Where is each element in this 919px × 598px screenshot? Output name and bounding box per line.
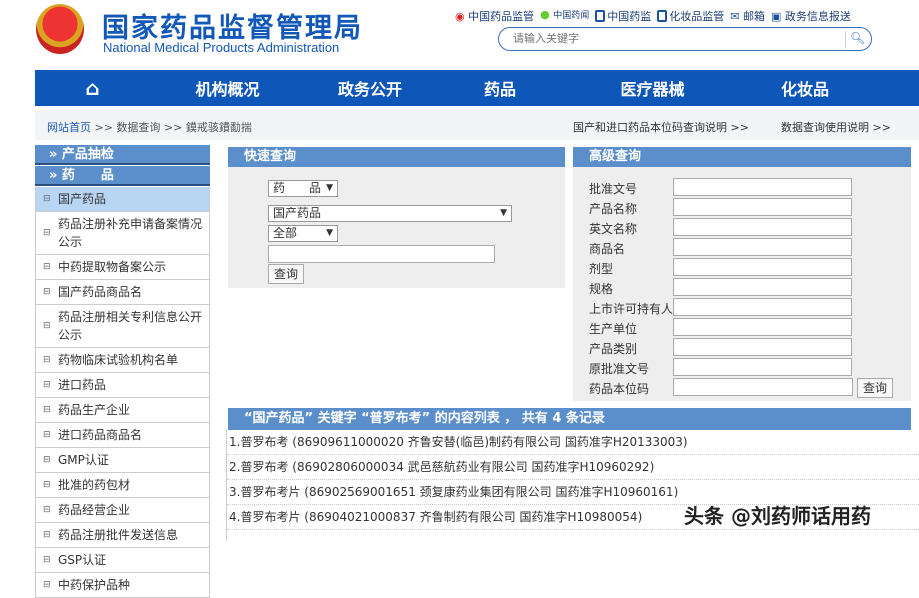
advanced-search-title: 高级查询 [573, 147, 911, 167]
field-label: 规格 [589, 282, 614, 296]
sidebar-item[interactable]: 药品注册相关专利信息公开公示 [35, 305, 210, 348]
sidebar-item[interactable]: 批准的药包材 [35, 473, 210, 498]
usage-help-link[interactable]: 数据查询使用说明 >> [781, 119, 891, 135]
email-label: 邮箱 [742, 10, 765, 23]
result-row[interactable]: 2.普罗布考 (86902806000034 武邑慈航药业有限公司 国药准字H1… [227, 455, 919, 480]
field-label: 生产单位 [589, 322, 638, 336]
search-icon[interactable]: 🔍︎ [845, 31, 865, 47]
field-input[interactable] [673, 258, 852, 276]
nav-item-cosmetics[interactable]: 化妆品 [740, 76, 870, 100]
result-row[interactable]: 1.普罗布考 (86909611000020 齐鲁安替(临邑)制药有限公司 国药… [227, 430, 919, 455]
field-input[interactable] [673, 198, 852, 216]
sidebar-item[interactable]: 中药提取物备案公示 [35, 255, 210, 280]
wechat-link[interactable]: ● 中国药闻 [540, 8, 589, 24]
field-input[interactable] [673, 238, 852, 256]
email-link[interactable]: ✉ 邮箱 [730, 8, 765, 24]
dropdown-arrow-icon: ▼ [326, 183, 333, 193]
advanced-search-panel: 高级查询 批准文号产品名称英文名称商品名剂型规格上市许可持有人 生产单位产品类别原… [573, 147, 911, 401]
nav-item-org[interactable]: 机构概况 [150, 76, 305, 100]
advanced-search-button[interactable]: 查询 [857, 378, 894, 398]
database-value: 国产药品 [273, 206, 322, 220]
sidebar-item[interactable]: GMP认证 [35, 448, 210, 473]
nav-item-drugs[interactable]: 药品 [435, 76, 565, 100]
field-input[interactable] [673, 178, 852, 196]
field-label: 英文名称 [589, 222, 638, 236]
phone-icon [657, 10, 668, 22]
monitor-icon: ▣ [770, 10, 782, 23]
sidebar-item[interactable]: 进口药品商品名 [35, 423, 210, 448]
results-header: “国产药品” 关键字 “普罗布考” 的内容列表 ， 共有 4 条记录 [228, 408, 911, 430]
sidebar-item[interactable]: 国产药品商品名 [35, 280, 210, 305]
field-label: 药品本位码 [589, 382, 650, 396]
search-input[interactable] [513, 31, 833, 47]
sidebar-item[interactable]: 进口药品 [35, 373, 210, 398]
category-value: 药 品 [273, 181, 322, 195]
mail-icon: ✉ [730, 10, 740, 23]
keyword-input[interactable] [268, 245, 495, 263]
home-icon[interactable]: ⌂ [35, 76, 150, 100]
breadcrumb-current: 鏌戒骇鐨勫揣 [185, 121, 252, 134]
field-label: 商品名 [589, 242, 626, 256]
quick-search-panel: 快速查询 药 品 ▼ 国产药品 ▼ 全部 ▼ 查询 [228, 147, 565, 288]
field-label: 上市许可持有人 [589, 302, 674, 316]
breadcrumb-sep: >> [94, 121, 113, 134]
site-title-en: National Medical Products Administration [103, 40, 340, 55]
report-label: 政务信息报送 [784, 10, 851, 23]
report-link[interactable]: ▣ 政务信息报送 [771, 8, 851, 24]
database-select[interactable]: 国产药品 ▼ [268, 205, 512, 222]
sidebar: » 产品抽检 » 药 品 国产药品 药品注册补充申请备案情况公示 中药提取物备案… [35, 145, 210, 598]
field-label: 原批准文号 [589, 362, 650, 376]
main-nav: ⌂ 机构概况 政务公开 药品 医疗器械 化妆品 [35, 70, 919, 106]
dropdown-arrow-icon: ▼ [326, 228, 333, 238]
quick-search-button[interactable]: 查询 [268, 264, 305, 284]
sidebar-item[interactable]: 药物临床试验机构名单 [35, 348, 210, 373]
field-input[interactable] [673, 298, 852, 316]
code-help-link[interactable]: 国产和进口药品本位码查询说明 >> [573, 119, 749, 135]
field-label: 产品名称 [589, 202, 638, 216]
field-input[interactable] [673, 218, 852, 236]
breadcrumb-sep: >> [163, 121, 183, 134]
quick-search-title: 快速查询 [228, 147, 565, 167]
national-emblem-logo [36, 4, 84, 54]
wechat-label: 中国药闻 [553, 11, 590, 21]
sidebar-item[interactable]: GSP认证 [35, 548, 210, 573]
top-links: ◉ 中国药品监管 ● 中国药闻 中国药监 化妆品监管 ✉ 邮箱 ▣ 政务信息报送 [455, 8, 851, 24]
cosmetics-label: 化妆品监管 [669, 10, 725, 23]
site-search: 🔍︎ [498, 27, 872, 51]
sidebar-item[interactable]: 药品注册补充申请备案情况公示 [35, 212, 210, 255]
nav-item-devices[interactable]: 医疗器械 [565, 76, 740, 100]
field-label: 产品类别 [589, 342, 638, 356]
breadcrumb-data[interactable]: 数据查询 [116, 121, 160, 134]
field-input[interactable] [673, 378, 853, 396]
field-input[interactable] [673, 338, 852, 356]
weibo-link[interactable]: ◉ 中国药品监管 [455, 8, 534, 24]
nav-item-gov[interactable]: 政务公开 [305, 76, 435, 100]
watermark: 头条 @刘药师话用药 [684, 504, 871, 528]
scope-select[interactable]: 全部 ▼ [268, 225, 338, 242]
field-label: 剂型 [589, 262, 614, 276]
sidebar-header-drugs[interactable]: » 药 品 [35, 166, 210, 186]
sidebar-item[interactable]: 国产药品 [35, 187, 210, 212]
app-link[interactable]: 中国药监 [595, 8, 651, 24]
sidebar-item[interactable]: 中药保护品种 [35, 573, 210, 598]
dropdown-arrow-icon: ▼ [500, 208, 507, 218]
sidebar-item[interactable]: 药品经营企业 [35, 498, 210, 523]
breadcrumb: 网站首页 >> 数据查询 >> 鏌戒骇鐨勫揣 [47, 119, 252, 135]
field-input[interactable] [673, 318, 852, 336]
app-label: 中国药监 [607, 10, 652, 23]
breadcrumb-home[interactable]: 网站首页 [47, 121, 91, 134]
site-header: 国家药品监督管理局 National Medical Products Admi… [0, 0, 919, 68]
field-label: 批准文号 [589, 182, 638, 196]
weibo-label: 中国药品监管 [468, 10, 535, 23]
breadcrumb-bar: 网站首页 >> 数据查询 >> 鏌戒骇鐨勫揣 国产和进口药品本位码查询说明 >>… [35, 110, 919, 140]
field-input[interactable] [673, 278, 852, 296]
sidebar-item[interactable]: 药品生产企业 [35, 398, 210, 423]
cosmetics-app-link[interactable]: 化妆品监管 [657, 8, 724, 24]
field-input[interactable] [673, 358, 852, 376]
category-select[interactable]: 药 品 ▼ [268, 180, 338, 197]
sidebar-item[interactable]: 药品注册批件发送信息 [35, 523, 210, 548]
scope-value: 全部 [273, 226, 298, 240]
phone-icon [595, 10, 606, 22]
sidebar-header-sampling[interactable]: » 产品抽检 [35, 145, 210, 165]
